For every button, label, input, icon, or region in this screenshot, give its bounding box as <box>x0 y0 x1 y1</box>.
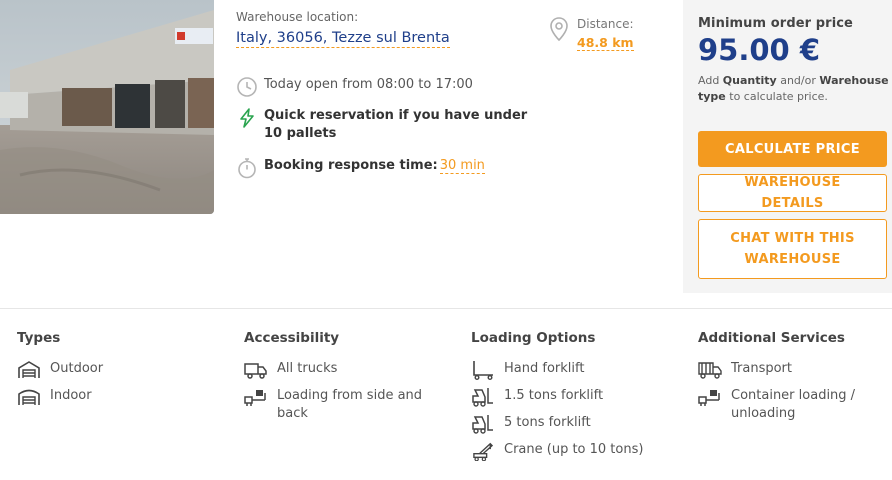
price-note: Add Quantity and/or Warehouse type to ca… <box>698 74 889 103</box>
container-icon <box>698 390 720 406</box>
hand-forklift-icon <box>473 361 493 380</box>
booking-response: Booking response time: 30 min <box>236 157 485 179</box>
accessibility-title: Accessibility <box>244 330 340 346</box>
location-link[interactable]: Italy, 36056, Tezze sul Brenta <box>236 30 450 48</box>
forklift-icon <box>472 415 493 434</box>
distance-value: 48.8 km <box>577 35 634 51</box>
clock-icon <box>237 77 257 97</box>
list-item: Crane (up to 10 tons) <box>471 441 643 461</box>
booking-value: 30 min <box>439 158 485 174</box>
forklift-icon <box>472 388 493 407</box>
list-item: Container loading / unloading <box>698 387 878 423</box>
quick-reservation: Quick reservation if you have under 10 p… <box>236 107 536 143</box>
list-item: Loading from side and back <box>244 387 444 423</box>
list-item: Hand forklift <box>471 360 643 380</box>
loading-title: Loading Options <box>471 330 596 346</box>
outdoor-icon <box>18 361 40 378</box>
booking-label: Booking response time: <box>264 158 438 173</box>
loading-section: Loading Options Hand forklift 1.5 tons f… <box>471 330 643 468</box>
list-item: 5 tons forklift <box>471 414 643 434</box>
crane-icon <box>473 442 494 461</box>
calculate-price-button[interactable]: CALCULATE PRICE <box>698 131 887 167</box>
opening-hours-text: Today open from 08:00 to 17:00 <box>264 77 473 92</box>
transport-icon <box>698 362 722 379</box>
services-section: Additional Services Transport Container … <box>698 330 878 430</box>
loading-icon <box>244 390 266 406</box>
location-pin-icon <box>550 17 568 42</box>
distance-label: Distance: <box>577 17 634 31</box>
stopwatch-icon <box>238 158 256 179</box>
types-title: Types <box>17 330 61 346</box>
list-item: Indoor <box>17 387 103 407</box>
list-item: Outdoor <box>17 360 103 380</box>
list-item: Transport <box>698 360 878 380</box>
types-section: Types Outdoor Indoor <box>17 330 103 414</box>
price-title: Minimum order price <box>698 16 853 31</box>
chat-warehouse-button[interactable]: CHAT WITH THIS WAREHOUSE <box>698 219 887 279</box>
warehouse-info: Warehouse location: Italy, 36056, Tezze … <box>236 10 676 179</box>
lightning-icon <box>240 108 254 128</box>
opening-hours: Today open from 08:00 to 17:00 <box>236 76 473 98</box>
warehouse-details-button[interactable]: WAREHOUSE DETAILS <box>698 174 887 212</box>
list-item: All trucks <box>244 360 444 380</box>
accessibility-section: Accessibility All trucks Loading from si… <box>244 330 444 430</box>
list-item: 1.5 tons forklift <box>471 387 643 407</box>
quick-reservation-text: Quick reservation if you have under 10 p… <box>264 108 528 141</box>
truck-icon <box>244 363 267 379</box>
section-divider <box>0 308 892 309</box>
indoor-icon <box>18 389 40 405</box>
price-panel: Minimum order price 95.00 € Add Quantity… <box>683 0 892 293</box>
services-title: Additional Services <box>698 330 845 346</box>
warehouse-photo[interactable] <box>0 0 214 214</box>
price-value: 95.00 € <box>698 33 821 67</box>
